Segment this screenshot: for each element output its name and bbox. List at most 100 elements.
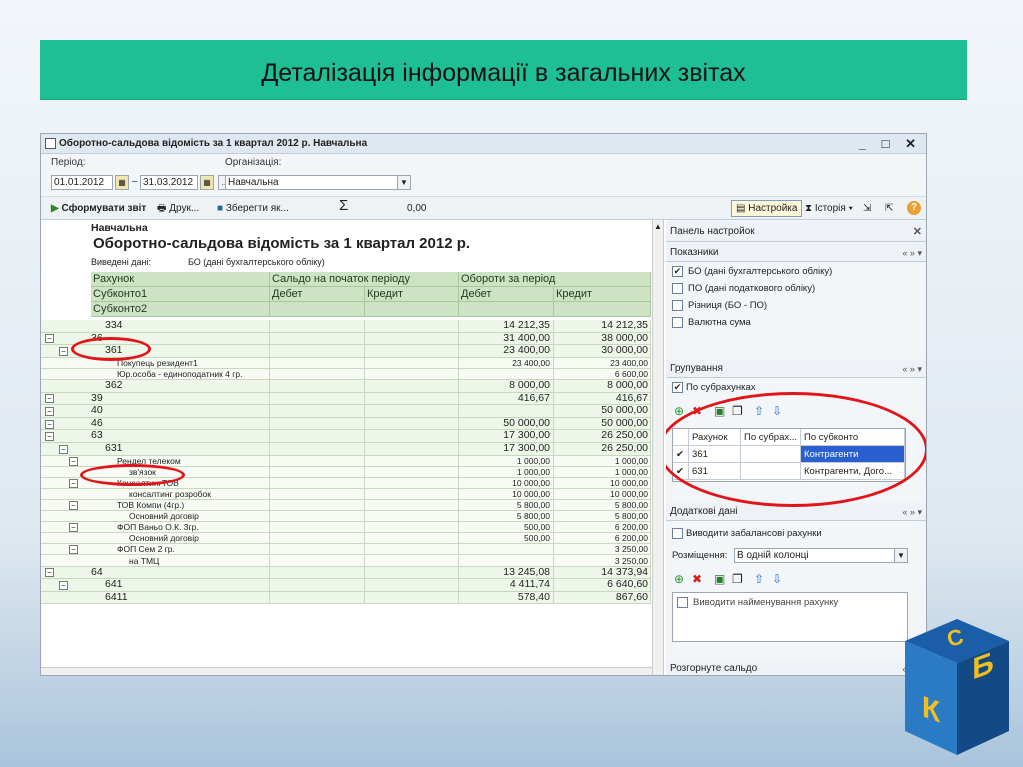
show-names-label: Виводити найменування рахунку bbox=[693, 597, 839, 608]
add-icon[interactable]: ⊕ bbox=[674, 572, 684, 586]
row-turnover-credit: 416,67 bbox=[615, 391, 648, 404]
row-turnover-debit: 10 000,00 bbox=[512, 477, 550, 488]
tree-toggle-icon[interactable]: − bbox=[45, 432, 54, 442]
col-subkonto1: Субконто1 bbox=[91, 287, 270, 302]
row-account: ФОП Сем 2 гр. bbox=[117, 544, 175, 555]
row-turnover-debit: 500,00 bbox=[524, 533, 550, 544]
col-account: Рахунок bbox=[91, 272, 270, 287]
expand-icon[interactable]: ⇲ bbox=[863, 201, 871, 216]
arrow-up-icon[interactable]: ⇧ bbox=[754, 572, 764, 586]
edit-icon[interactable]: ▣ bbox=[714, 572, 725, 586]
delete-icon[interactable]: ✖ bbox=[692, 572, 702, 586]
report-row[interactable]: Юр.особа - единоподатник 4 гр. 6 600,00 bbox=[41, 368, 651, 380]
indicator-checkbox[interactable]: ✔ bbox=[672, 266, 683, 277]
window-controls[interactable]: _ □ ✕ bbox=[859, 134, 922, 154]
tree-toggle-icon[interactable]: − bbox=[59, 444, 68, 454]
save-as-button[interactable]: ■ Зберегти як... bbox=[217, 201, 289, 216]
period-dash: – bbox=[132, 176, 138, 187]
row-account: ТОВ Компи (4гр.) bbox=[117, 500, 185, 510]
tree-toggle-icon[interactable]: − bbox=[45, 419, 54, 429]
report-row[interactable]: − 64 13 245,08 14 373,94 bbox=[41, 565, 651, 580]
row-turnover-credit: 10 000,00 bbox=[610, 488, 648, 499]
print-button[interactable]: 🖶 Друк... bbox=[157, 201, 199, 216]
indicator-checkbox[interactable] bbox=[672, 300, 683, 311]
report-row[interactable]: 334 14 212,35 14 212,35 bbox=[41, 319, 651, 333]
vertical-scrollbar[interactable]: ▲ bbox=[652, 220, 663, 675]
settings-button[interactable]: ▤ Настройка bbox=[731, 200, 803, 217]
tree-toggle-icon[interactable]: − bbox=[45, 568, 54, 578]
report-row[interactable]: − 631 17 300,00 26 250,00 bbox=[41, 442, 651, 456]
sigma-icon[interactable]: Σ bbox=[339, 198, 348, 213]
chevron-up-icon[interactable]: ▲ bbox=[654, 222, 662, 231]
indicator-checkbox[interactable] bbox=[672, 317, 683, 328]
subaccounts-checkbox[interactable]: ✔ bbox=[672, 382, 683, 393]
report-row[interactable]: Основний договір 500,00 6 200,00 bbox=[41, 533, 651, 545]
parameters-row: Період: 01.01.2012 ▦ – 31.03.2012 ▦ ... … bbox=[41, 154, 926, 196]
row-turnover-debit: 13 245,08 bbox=[503, 565, 550, 578]
report-row[interactable]: 6411 578,40 867,60 bbox=[41, 590, 651, 605]
tree-toggle-icon[interactable]: − bbox=[45, 406, 54, 416]
report-org: Навчальна bbox=[91, 222, 148, 234]
grouping-nav[interactable]: « » ▾ bbox=[902, 360, 922, 378]
report-row[interactable]: − ФОП Ваньо О.К. 3гр. 500,00 6 200,00 bbox=[41, 522, 651, 534]
report-row[interactable]: 362 8 000,00 8 000,00 bbox=[41, 379, 651, 393]
report-row[interactable]: на ТМЦ 3 250,00 bbox=[41, 555, 651, 567]
tree-toggle-icon[interactable]: − bbox=[59, 346, 68, 356]
row-turnover-credit: 867,60 bbox=[615, 590, 648, 603]
additional-nav[interactable]: « » ▾ bbox=[902, 503, 922, 521]
report-row[interactable]: − 63 17 300,00 26 250,00 bbox=[41, 430, 651, 443]
indicators-header: Показники « » ▾ bbox=[666, 244, 926, 262]
report-row[interactable]: − 641 4 411,74 6 640,60 bbox=[41, 579, 651, 592]
row-turnover-credit: 14 373,94 bbox=[601, 565, 648, 578]
period-from-input[interactable]: 01.01.2012 bbox=[51, 175, 113, 190]
row-turnover-credit: 14 212,35 bbox=[601, 319, 648, 331]
report-row[interactable]: консалтинг розробок 10 000,00 10 000,00 bbox=[41, 488, 651, 500]
report-row[interactable]: Покупець резидент1 23 400,00 23 400,00 bbox=[41, 357, 651, 369]
row-account: 39 bbox=[91, 391, 103, 404]
subaccounts-label: По субрахунках bbox=[686, 382, 756, 393]
calendar-icon[interactable]: ▦ bbox=[115, 175, 129, 190]
close-icon[interactable]: ✕ bbox=[913, 222, 922, 242]
tree-toggle-icon[interactable]: − bbox=[69, 501, 78, 511]
report-row[interactable]: − 46 50 000,00 50 000,00 bbox=[41, 417, 651, 431]
row-turnover-credit: 38 000,00 bbox=[601, 331, 648, 344]
row-turnover-credit: 1 000,00 bbox=[614, 455, 648, 466]
org-select[interactable]: Навчальна bbox=[225, 175, 411, 190]
calendar-icon[interactable]: ▦ bbox=[200, 175, 214, 190]
row-turnover-credit: 8 000,00 bbox=[607, 379, 648, 391]
row-account: 40 bbox=[91, 404, 103, 417]
window-titlebar: Оборотно-сальдова відомість за 1 квартал… bbox=[41, 134, 926, 154]
copy-icon[interactable]: ❐ bbox=[732, 572, 743, 586]
tree-toggle-icon[interactable]: − bbox=[69, 545, 78, 555]
row-turnover-credit: 10 000,00 bbox=[610, 477, 648, 488]
placement-select[interactable]: В одній колонці bbox=[734, 548, 908, 563]
indicators-nav[interactable]: « » ▾ bbox=[902, 244, 922, 262]
chevron-down-icon[interactable]: ▼ bbox=[397, 175, 411, 190]
row-turnover-credit: 3 250,00 bbox=[614, 544, 648, 555]
highlight-631 bbox=[80, 464, 185, 486]
tree-toggle-icon[interactable]: − bbox=[69, 456, 78, 466]
chevron-down-icon[interactable]: ▼ bbox=[894, 548, 908, 563]
tree-toggle-icon[interactable]: − bbox=[69, 478, 78, 488]
period-to-input[interactable]: 31.03.2012 bbox=[140, 175, 198, 190]
tree-toggle-icon[interactable]: − bbox=[45, 394, 54, 404]
help-icon[interactable]: ? bbox=[907, 201, 921, 215]
horizontal-scrollbar[interactable] bbox=[41, 667, 652, 675]
show-names-checkbox[interactable] bbox=[677, 597, 688, 608]
report-row[interactable]: − 39 416,67 416,67 bbox=[41, 391, 651, 406]
arrow-down-icon[interactable]: ⇩ bbox=[772, 572, 782, 586]
tree-toggle-icon[interactable]: − bbox=[69, 523, 78, 533]
report-row[interactable]: − ТОВ Компи (4гр.) 5 800,00 5 800,00 bbox=[41, 500, 651, 512]
row-turnover-credit: 6 200,00 bbox=[614, 522, 648, 533]
report-row[interactable]: Основний договір 5 800,00 5 800,00 bbox=[41, 511, 651, 523]
offbalance-checkbox[interactable] bbox=[672, 528, 683, 539]
tree-toggle-icon[interactable]: − bbox=[45, 334, 54, 344]
row-turnover-credit: 30 000,00 bbox=[601, 344, 648, 357]
report-row[interactable]: − ФОП Сем 2 гр. 3 250,00 bbox=[41, 544, 651, 556]
history-button[interactable]: ⧗ Історія ▾ bbox=[805, 201, 853, 216]
collapse-icon[interactable]: ⇱ bbox=[885, 201, 893, 216]
indicator-checkbox[interactable] bbox=[672, 283, 683, 294]
generate-report-button[interactable]: ▶ Сформувати звіт bbox=[51, 201, 146, 216]
report-row[interactable]: − 40 50 000,00 bbox=[41, 405, 651, 418]
tree-toggle-icon[interactable]: − bbox=[59, 580, 68, 590]
